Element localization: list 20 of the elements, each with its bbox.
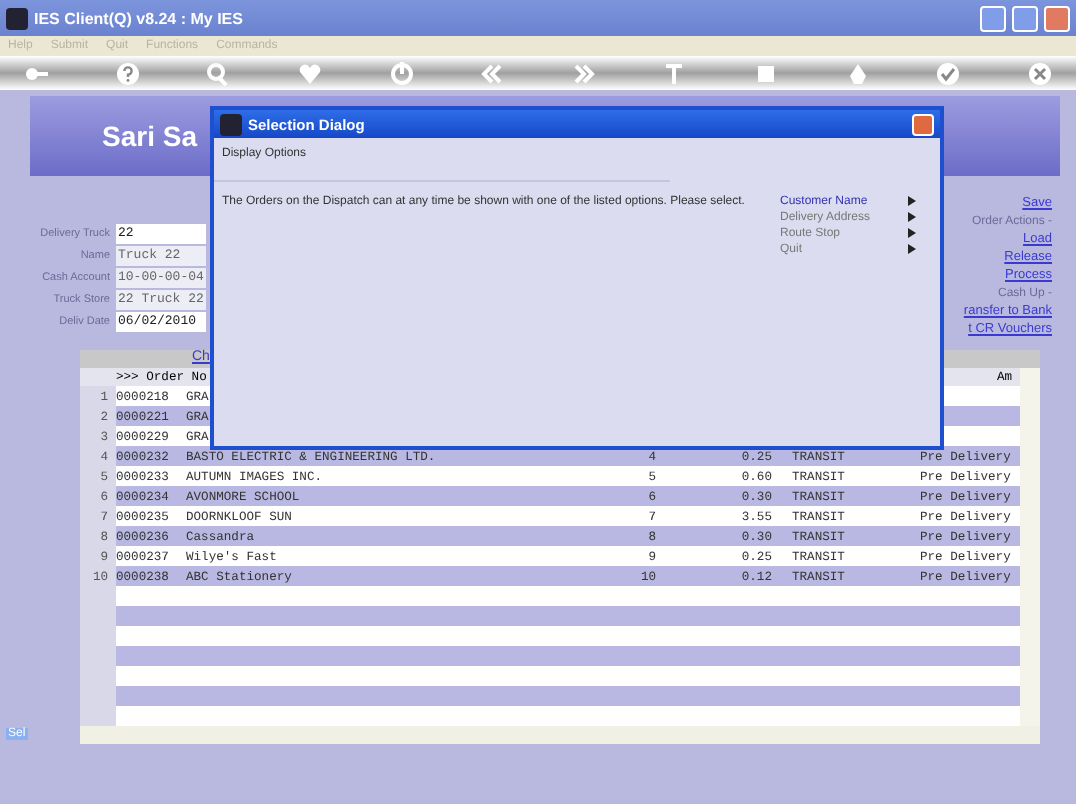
- close-button[interactable]: [1044, 5, 1070, 31]
- heart-icon[interactable]: [297, 61, 322, 85]
- minimize-button[interactable]: [980, 5, 1006, 31]
- banner-title: Sari Sa: [102, 120, 197, 152]
- check-icon[interactable]: [936, 61, 961, 85]
- square-icon[interactable]: [754, 61, 778, 85]
- help-icon[interactable]: [115, 61, 140, 85]
- vertical-scrollbar[interactable]: [1020, 368, 1040, 726]
- maximize-button[interactable]: [1012, 5, 1038, 31]
- search-icon[interactable]: [206, 61, 231, 85]
- horizontal-scrollbar[interactable]: [80, 726, 1040, 744]
- app-icon: [220, 113, 242, 135]
- app-icon: [6, 7, 28, 29]
- double-right-icon[interactable]: [571, 61, 596, 85]
- close-button[interactable]: [912, 113, 934, 135]
- text-icon[interactable]: [662, 61, 687, 85]
- close-icon[interactable]: [1027, 61, 1052, 85]
- double-left-icon[interactable]: [480, 61, 505, 85]
- window-title: IES Client(Q) v8.24 : My IES: [34, 9, 245, 27]
- power-icon[interactable]: [389, 61, 413, 85]
